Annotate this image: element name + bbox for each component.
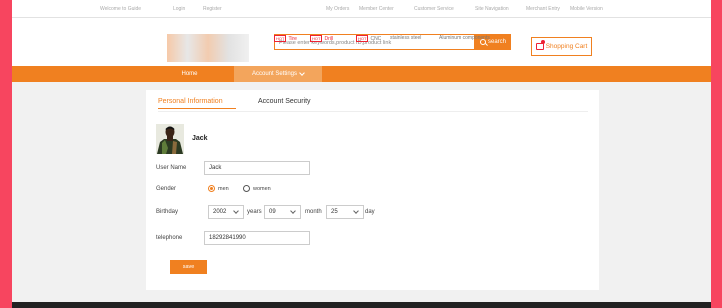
- site-logo[interactable]: [167, 34, 249, 62]
- birth-month-value: 09: [269, 209, 276, 215]
- profile-display-name: Jack: [192, 135, 208, 142]
- shopping-cart-button[interactable]: Shopping Cart: [531, 37, 592, 56]
- search-button-label: search: [487, 39, 506, 45]
- day-unit-label: day: [365, 209, 375, 215]
- profile-panel: Personal Information Account Security Ja…: [146, 90, 599, 290]
- birth-day-select[interactable]: 25: [326, 205, 364, 219]
- topbar-link-mobile[interactable]: Mobile Version: [570, 6, 603, 12]
- birthday-label: Birthday: [156, 209, 179, 215]
- hot-tag-stainless[interactable]: stainless steel: [390, 35, 421, 41]
- tab-personal-information[interactable]: Personal Information: [158, 98, 236, 109]
- username-input[interactable]: Jack: [204, 161, 310, 175]
- nav-account-settings[interactable]: Account Settings: [234, 66, 322, 82]
- telephone-input[interactable]: 18292841990: [204, 231, 310, 245]
- topbar-link-login[interactable]: Login: [173, 6, 185, 12]
- topbar-link-register[interactable]: Register: [203, 6, 222, 12]
- hot-tag-label: CNC: [370, 36, 382, 42]
- tab-account-security[interactable]: Account Security: [258, 98, 311, 105]
- topbar-link-welcome[interactable]: Welcome to Guide: [100, 6, 141, 12]
- hot-tag-cnc[interactable]: HOT CNC: [356, 35, 381, 42]
- gender-radio-women[interactable]: women: [243, 185, 271, 192]
- chevron-down-icon: [353, 208, 359, 214]
- hot-tag-tire[interactable]: HOT Tire: [274, 35, 297, 42]
- topbar-link-orders[interactable]: My Orders: [326, 6, 349, 12]
- topbar-link-member[interactable]: Member Center: [359, 6, 394, 12]
- nav-home[interactable]: Home: [169, 66, 210, 82]
- cart-label: Shopping Cart: [545, 43, 588, 50]
- hot-badge: HOT: [274, 35, 287, 42]
- save-button[interactable]: save: [170, 260, 207, 274]
- hot-badge: HOT: [310, 35, 323, 42]
- radio-unselected-icon: [243, 185, 250, 192]
- radio-selected-icon: [208, 185, 215, 192]
- month-unit-label: month: [305, 209, 322, 215]
- birth-day-value: 25: [331, 209, 338, 215]
- hot-tag-aluminum[interactable]: Aluminum components: [439, 35, 490, 41]
- chevron-down-icon: [233, 208, 239, 214]
- cart-icon: [535, 40, 545, 50]
- gender-label: Gender: [156, 186, 177, 192]
- header: Please enter keywords,product ID,product…: [12, 18, 711, 66]
- gender-option-label: men: [218, 185, 229, 192]
- year-unit-label: years: [247, 209, 262, 215]
- hot-badge: HOT: [356, 35, 369, 42]
- avatar[interactable]: [156, 124, 184, 154]
- telephone-label: telephone: [156, 235, 183, 241]
- hot-tag-label: Tire: [288, 36, 297, 42]
- topbar-link-service[interactable]: Customer Service: [414, 6, 454, 12]
- hot-tag-label: Drill: [324, 36, 334, 42]
- main-nav: Home Account Settings: [12, 66, 711, 82]
- topbar-link-navigation[interactable]: Site Navigation: [475, 6, 509, 12]
- chevron-down-icon: [290, 208, 296, 214]
- gender-radio-men[interactable]: men: [208, 185, 229, 192]
- username-label: User Name: [156, 165, 187, 171]
- top-bar: Welcome to Guide Login Register My Order…: [12, 0, 711, 18]
- chevron-down-icon: [299, 70, 305, 76]
- tab-divider: [158, 111, 588, 112]
- avatar-image: [156, 124, 184, 154]
- hot-tag-drill[interactable]: HOT Drill: [310, 35, 333, 42]
- nav-account-label: Account Settings: [251, 71, 298, 77]
- browser-page: Welcome to Guide Login Register My Order…: [12, 0, 711, 308]
- birth-month-select[interactable]: 09: [264, 205, 301, 219]
- footer-strip: [12, 302, 711, 308]
- gender-option-label: women: [253, 185, 271, 192]
- birth-year-value: 2002: [213, 209, 227, 215]
- birth-year-select[interactable]: 2002: [208, 205, 244, 219]
- topbar-link-merchant[interactable]: Merchant Entry: [526, 6, 560, 12]
